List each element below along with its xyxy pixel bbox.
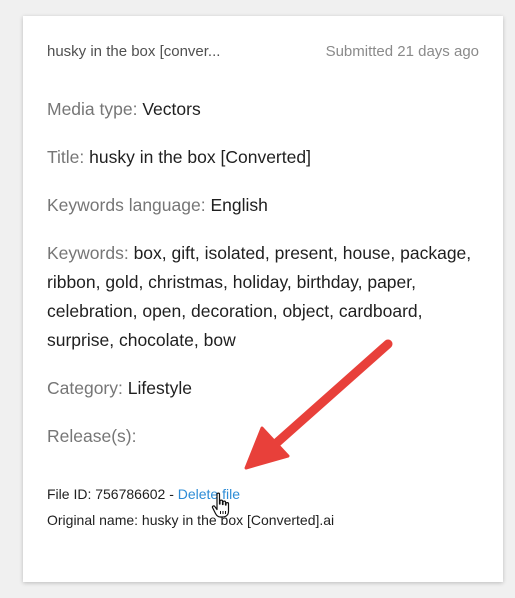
- card-header: husky in the box [conver... Submitted 21…: [47, 43, 479, 60]
- submitted-status: Submitted 21 days ago: [325, 43, 479, 60]
- keywords-language-value: English: [210, 195, 268, 215]
- original-name-text: Original name: husky in the box [Convert…: [47, 512, 335, 528]
- original-name-row: Original name: husky in the box [Convert…: [47, 508, 479, 532]
- category-field: Category: Lifestyle: [47, 374, 479, 403]
- keywords-label: Keywords:: [47, 243, 129, 263]
- file-name: husky in the box [conver...: [47, 43, 221, 60]
- submission-card: husky in the box [conver... Submitted 21…: [23, 16, 503, 582]
- title-value: husky in the box [Converted]: [89, 147, 311, 167]
- keywords-field: Keywords: box, gift, isolated, present, …: [47, 239, 479, 355]
- media-type-field: Media type: Vectors: [47, 95, 479, 124]
- category-label: Category:: [47, 378, 123, 398]
- media-type-value: Vectors: [142, 99, 201, 119]
- releases-label: Release(s):: [47, 426, 137, 446]
- keywords-language-field: Keywords language: English: [47, 191, 479, 220]
- releases-field: Release(s):: [47, 422, 479, 451]
- file-id-row: File ID: 756786602 - Delete file: [47, 482, 479, 506]
- category-value: Lifestyle: [127, 378, 192, 398]
- file-id-text: File ID: 756786602 -: [47, 486, 174, 502]
- media-type-label: Media type:: [47, 99, 138, 119]
- keywords-language-label: Keywords language:: [47, 195, 206, 215]
- title-label: Title:: [47, 147, 85, 167]
- hand-pointer-icon: [211, 492, 230, 518]
- title-field: Title: husky in the box [Converted]: [47, 143, 479, 172]
